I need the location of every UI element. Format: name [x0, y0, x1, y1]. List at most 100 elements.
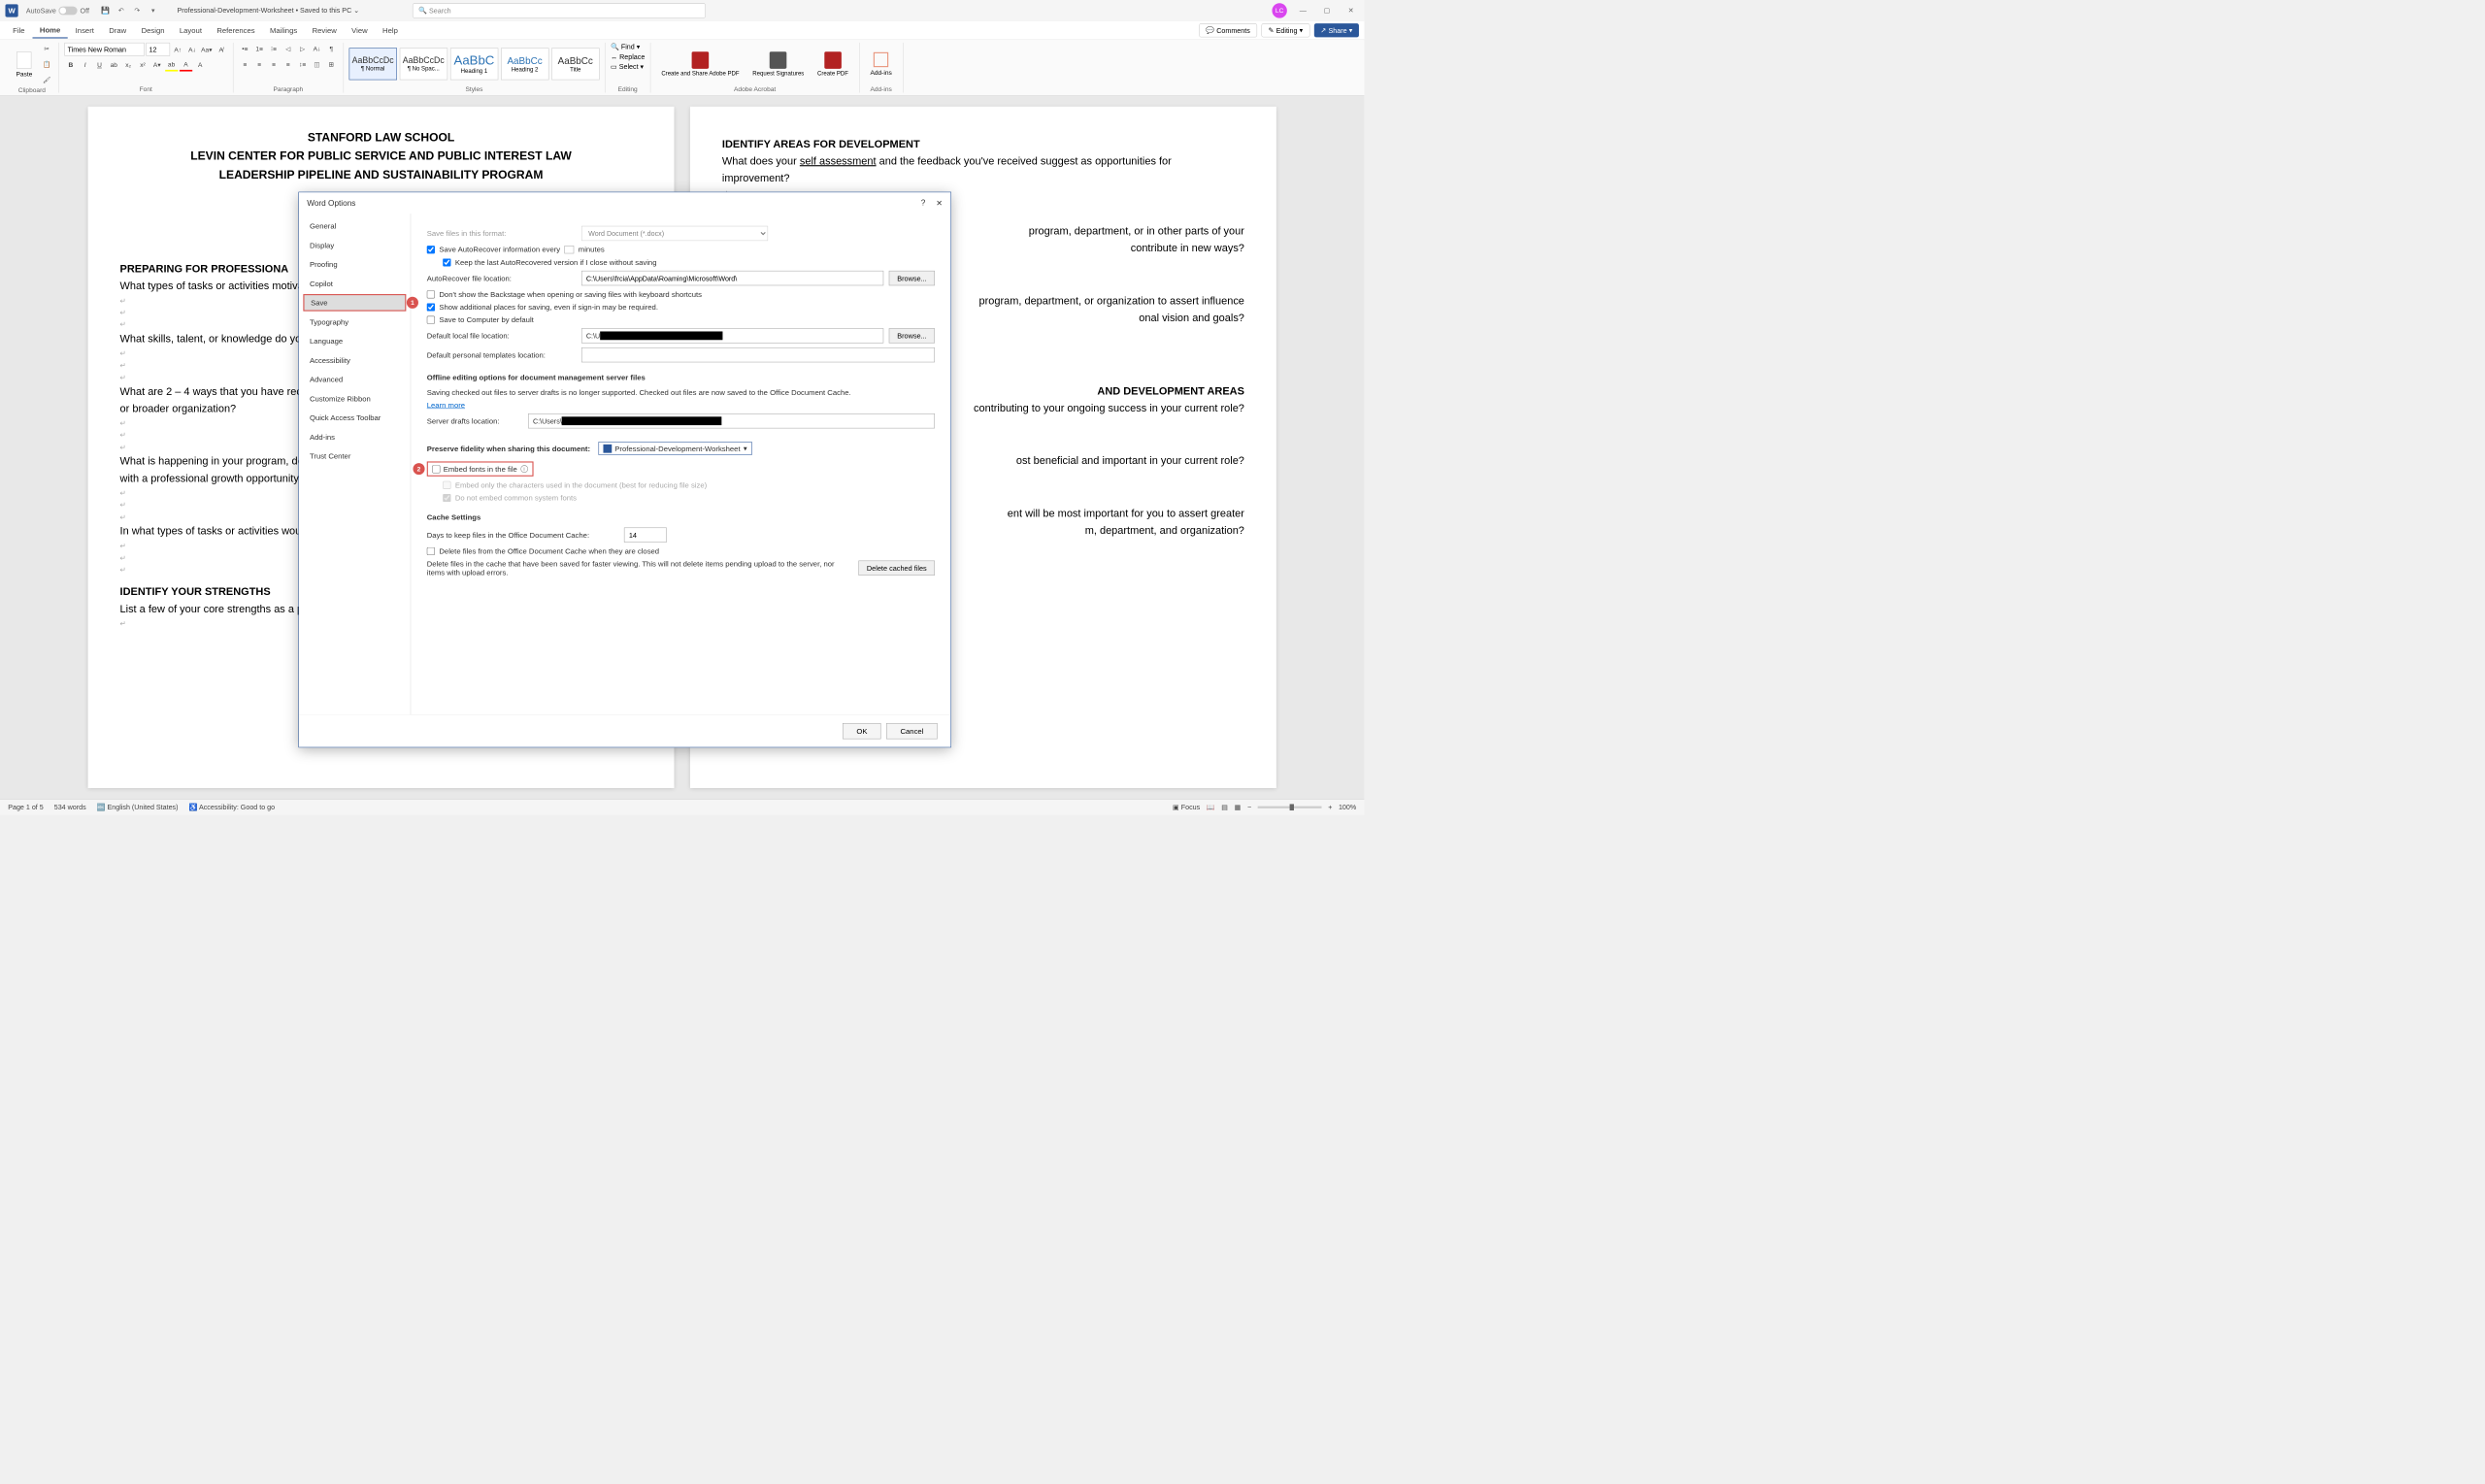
borders-icon[interactable]: ⊞: [325, 58, 338, 71]
sidebar-item-proofing[interactable]: Proofing: [299, 254, 411, 274]
close-button[interactable]: ✕: [1342, 3, 1358, 18]
line-spacing-icon[interactable]: ↕≡: [296, 58, 309, 71]
increase-indent-icon[interactable]: ▷: [296, 43, 309, 55]
paste-button[interactable]: Paste: [11, 49, 38, 80]
tab-view[interactable]: View: [344, 23, 375, 38]
sidebar-item-save[interactable]: Save 1: [303, 294, 406, 312]
dialog-close-icon[interactable]: ✕: [936, 198, 943, 208]
subscript-icon[interactable]: x₂: [122, 58, 135, 71]
font-size-select[interactable]: [146, 43, 170, 56]
justify-icon[interactable]: ≡: [282, 58, 294, 71]
cache-days-input[interactable]: [624, 528, 667, 543]
create-share-pdf-button[interactable]: Create and Share Adobe PDF: [656, 49, 745, 79]
dialog-help-icon[interactable]: ?: [921, 198, 926, 208]
undo-icon[interactable]: ↶: [116, 5, 126, 16]
sidebar-item-typography[interactable]: Typography: [299, 313, 411, 332]
ok-button[interactable]: OK: [843, 723, 881, 739]
learn-more-link[interactable]: Learn more: [427, 401, 935, 410]
autorecover-checkbox[interactable]: [427, 246, 435, 253]
backstage-checkbox[interactable]: [427, 290, 435, 298]
tab-draw[interactable]: Draw: [102, 23, 134, 38]
read-mode-icon[interactable]: 📖: [1207, 803, 1215, 811]
print-layout-icon[interactable]: ▤: [1221, 803, 1228, 811]
multilevel-icon[interactable]: ⁝≡: [267, 43, 280, 55]
shading-icon[interactable]: ◫: [311, 58, 323, 71]
numbering-icon[interactable]: 1≡: [253, 43, 266, 55]
addins-button[interactable]: Add-ins: [865, 49, 897, 79]
zoom-level[interactable]: 100%: [1339, 803, 1356, 810]
tab-design[interactable]: Design: [134, 23, 172, 38]
browse-button[interactable]: Browse...: [889, 328, 935, 343]
autosave-toggle[interactable]: AutoSave Off: [26, 7, 89, 16]
search-input[interactable]: 🔍 Search: [413, 3, 706, 17]
cancel-button[interactable]: Cancel: [886, 723, 937, 739]
request-signatures-button[interactable]: Request Signatures: [747, 49, 810, 79]
align-right-icon[interactable]: ≡: [267, 58, 280, 71]
focus-mode-button[interactable]: ▣ Focus: [1173, 803, 1200, 811]
italic-icon[interactable]: I: [79, 58, 91, 71]
bold-icon[interactable]: B: [64, 58, 77, 71]
sidebar-item-general[interactable]: General: [299, 216, 411, 236]
delete-cached-button[interactable]: Delete cached files: [859, 561, 935, 576]
keep-last-checkbox[interactable]: [443, 258, 450, 266]
word-count[interactable]: 534 words: [54, 803, 86, 810]
align-center-icon[interactable]: ≡: [253, 58, 266, 71]
sidebar-item-advanced[interactable]: Advanced: [299, 370, 411, 389]
autorecover-location-input[interactable]: [581, 271, 884, 285]
embed-fonts-checkbox[interactable]: [432, 465, 440, 473]
minimize-button[interactable]: —: [1295, 3, 1310, 18]
language-indicator[interactable]: 🔤 English (United States): [97, 803, 179, 811]
zoom-in-icon[interactable]: +: [1328, 803, 1332, 810]
document-title[interactable]: Professional-Development-Worksheet • Sav…: [178, 7, 360, 16]
shrink-font-icon[interactable]: A↓: [185, 43, 198, 55]
maximize-button[interactable]: ▢: [1319, 3, 1335, 18]
accessibility-indicator[interactable]: ♿ Accessibility: Good to go: [188, 803, 275, 811]
bullets-icon[interactable]: •≡: [239, 43, 251, 55]
default-local-input[interactable]: C:\U: [581, 328, 884, 343]
tab-references[interactable]: References: [210, 23, 263, 38]
cut-icon[interactable]: ✂: [41, 43, 53, 55]
preserve-document-select[interactable]: Professional-Development-Worksheet ▾: [598, 442, 751, 455]
find-button[interactable]: 🔍 Find ▾: [611, 43, 640, 51]
underline-icon[interactable]: U: [93, 58, 106, 71]
tab-layout[interactable]: Layout: [172, 23, 209, 38]
decrease-indent-icon[interactable]: ◁: [282, 43, 294, 55]
zoom-slider[interactable]: [1258, 806, 1322, 808]
autorecover-minutes-input[interactable]: [565, 246, 575, 253]
share-button[interactable]: ↗ Share ▾: [1314, 23, 1359, 37]
sidebar-item-addins[interactable]: Add-ins: [299, 427, 411, 446]
styles-gallery[interactable]: AaBbCcDc¶ Normal AaBbCcDc¶ No Spac... Aa…: [348, 48, 599, 80]
sidebar-item-accessibility[interactable]: Accessibility: [299, 350, 411, 370]
copy-icon[interactable]: 📋: [41, 58, 53, 71]
create-pdf-button[interactable]: Create PDF: [812, 49, 854, 79]
change-case-icon[interactable]: Aa▾: [200, 43, 213, 55]
strikethrough-icon[interactable]: ab: [108, 58, 120, 71]
tab-insert[interactable]: Insert: [68, 23, 102, 38]
redo-icon[interactable]: ↷: [132, 5, 143, 16]
format-painter-icon[interactable]: 🖌: [41, 74, 53, 86]
sidebar-item-language[interactable]: Language: [299, 331, 411, 350]
style-normal[interactable]: AaBbCcDc¶ Normal: [348, 48, 396, 80]
browse-button[interactable]: Browse...: [889, 271, 935, 285]
sidebar-item-copilot[interactable]: Copilot: [299, 274, 411, 293]
grow-font-icon[interactable]: A↑: [172, 43, 184, 55]
qat-dropdown-icon[interactable]: ▾: [148, 5, 158, 16]
sidebar-item-trust-center[interactable]: Trust Center: [299, 446, 411, 466]
cache-delete-checkbox[interactable]: [427, 547, 435, 555]
character-shading-icon[interactable]: A: [194, 58, 207, 71]
sidebar-item-qat[interactable]: Quick Access Toolbar: [299, 409, 411, 428]
clear-format-icon[interactable]: A̸: [215, 43, 227, 55]
additional-places-checkbox[interactable]: [427, 303, 435, 311]
user-avatar[interactable]: LC: [1272, 3, 1286, 17]
show-marks-icon[interactable]: ¶: [325, 43, 338, 55]
style-heading2[interactable]: AaBbCcHeading 2: [501, 48, 548, 80]
tab-review[interactable]: Review: [305, 23, 345, 38]
style-heading1[interactable]: AaBbCHeading 1: [450, 48, 498, 80]
replace-button[interactable]: ↔ Replace: [611, 52, 645, 60]
save-icon[interactable]: 💾: [100, 5, 111, 16]
sort-icon[interactable]: A↓: [311, 43, 323, 55]
server-drafts-input[interactable]: C:\Users\: [528, 413, 935, 428]
text-effects-icon[interactable]: A▾: [150, 58, 163, 71]
page-indicator[interactable]: Page 1 of 5: [8, 803, 44, 810]
highlight-icon[interactable]: ab: [165, 58, 178, 71]
